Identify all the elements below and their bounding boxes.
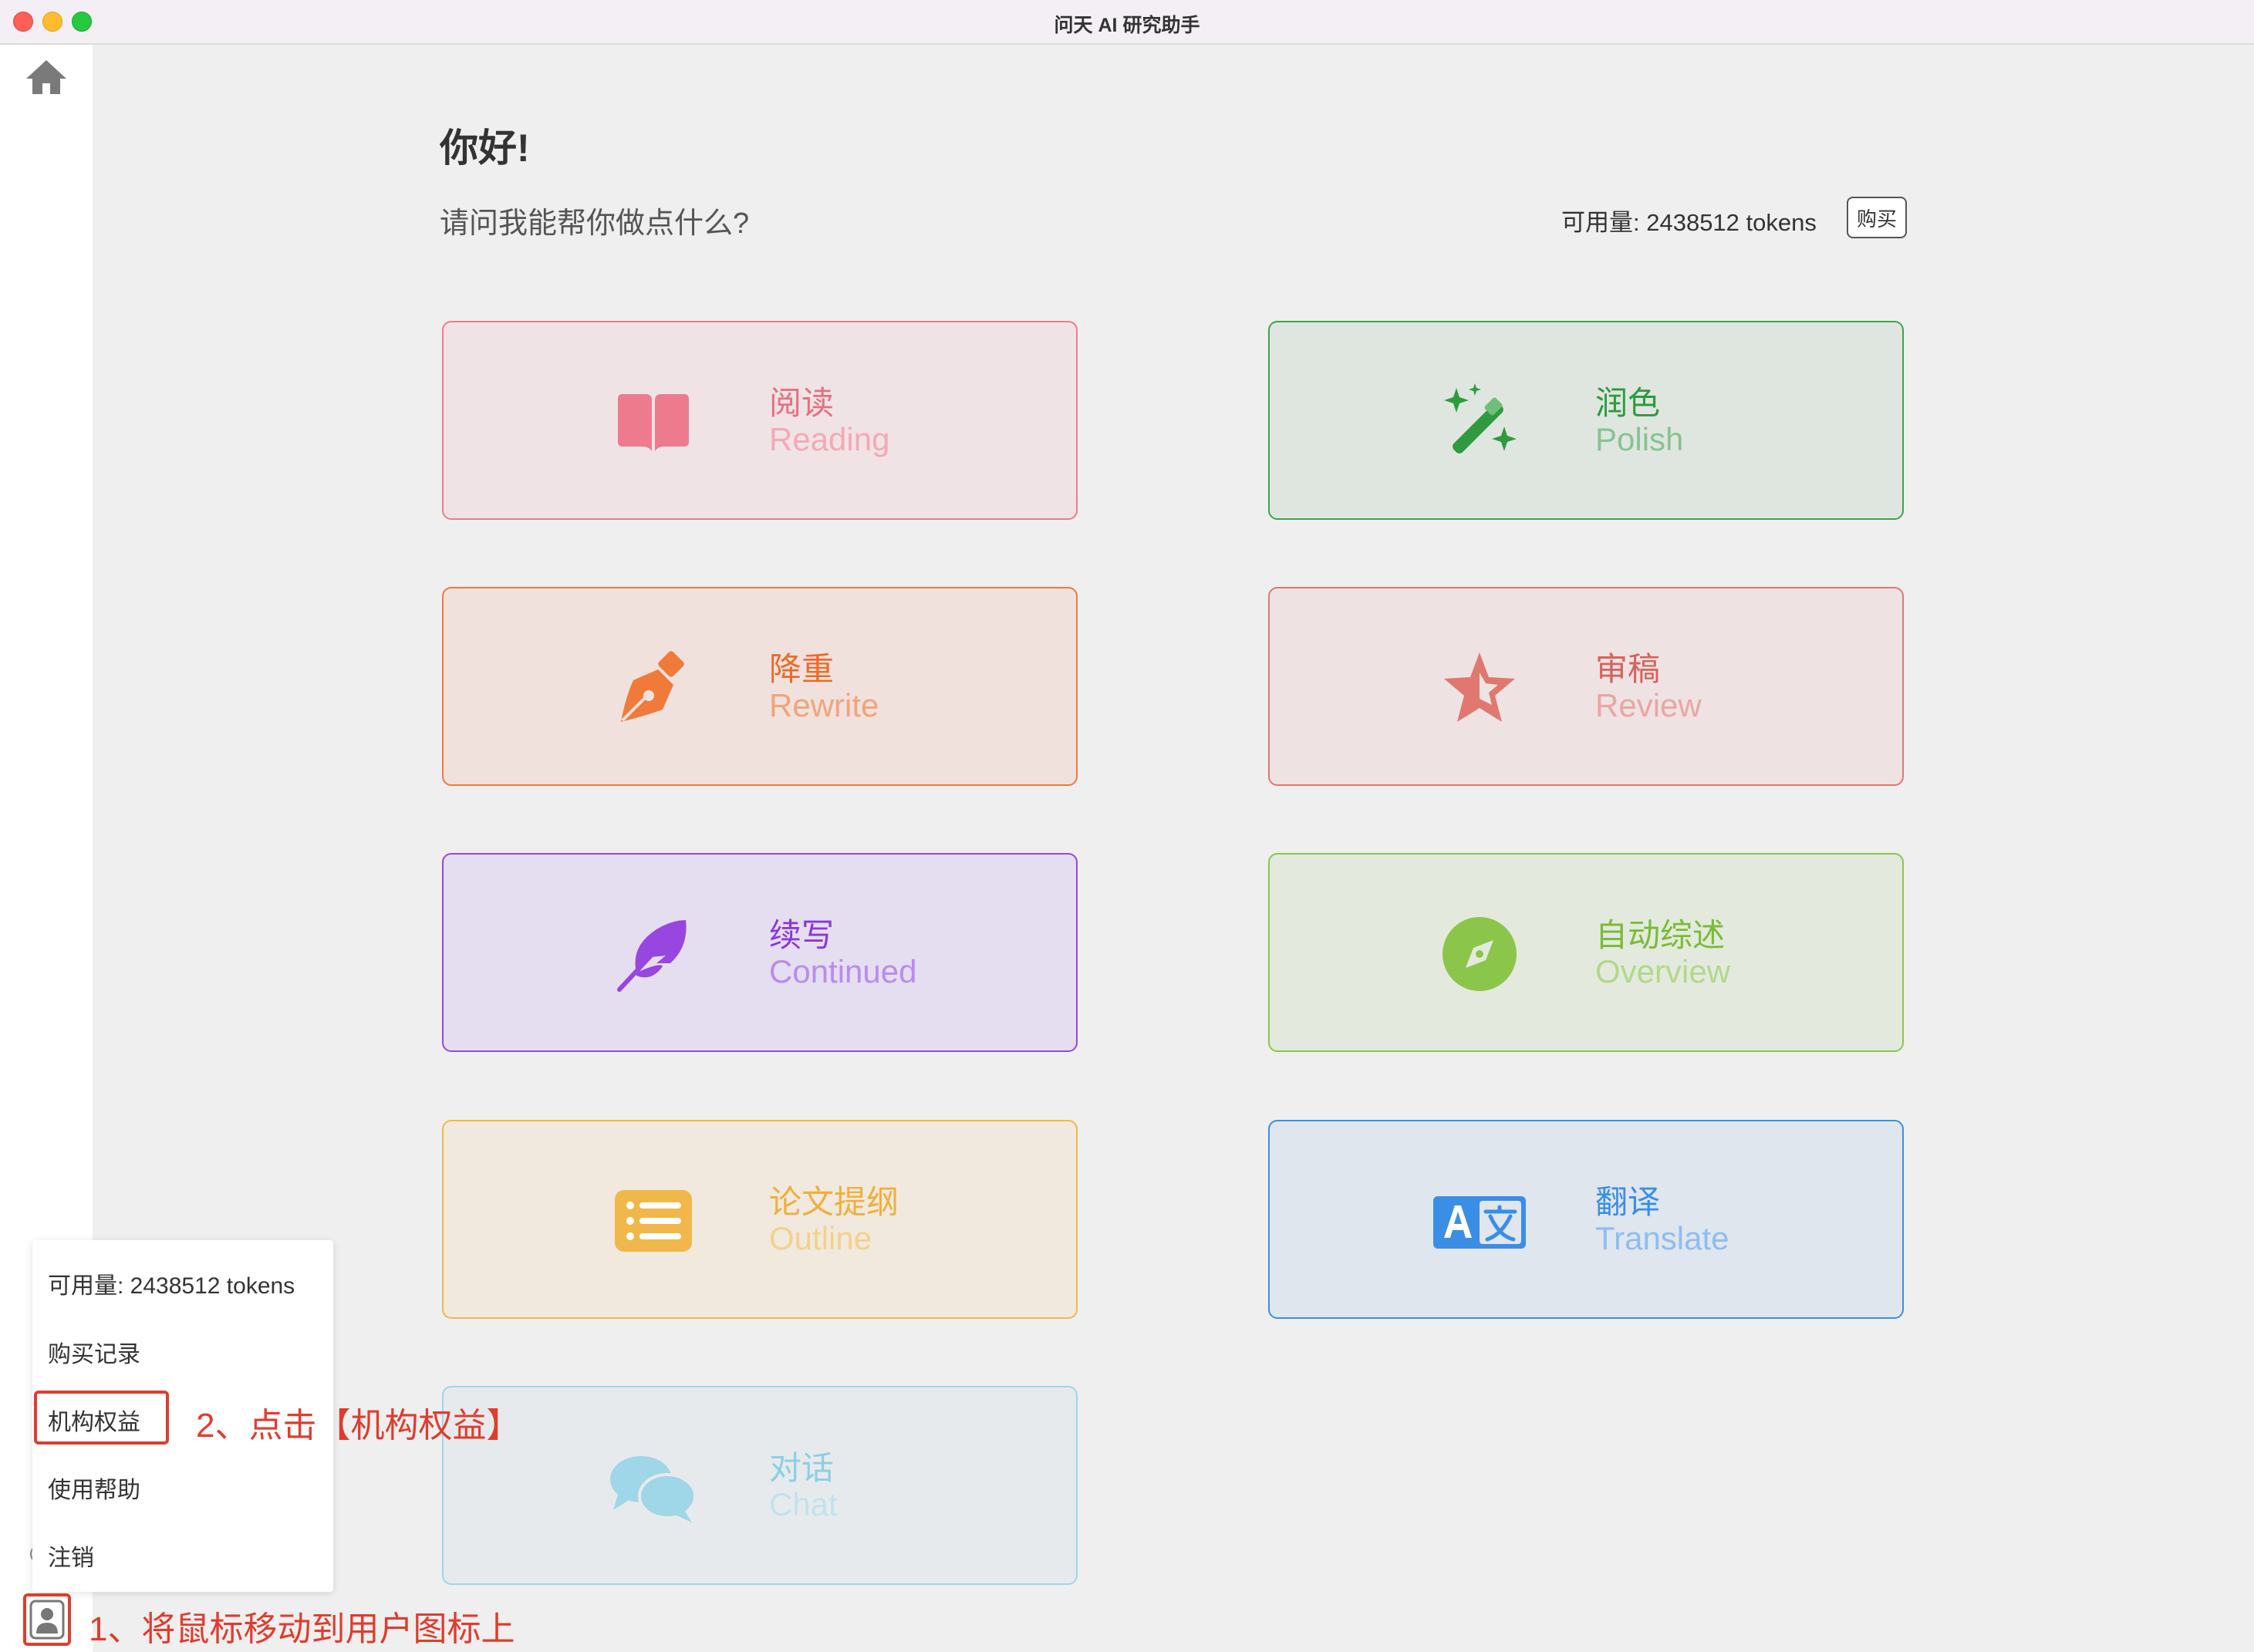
magic-wand-icon [1444,383,1517,453]
token-quota: 可用量: 2438512 tokens [1561,209,1817,236]
page-title: 你好! [440,126,530,170]
card-translate[interactable]: 翻译 Translate [1268,1120,1904,1319]
menu-item-purchase-history[interactable]: 购买记录 [48,1335,140,1369]
card-title: 降重 [769,651,835,687]
card-subtitle: Overview [1595,953,1731,990]
page-subtitle: 请问我能帮你做点什么? [440,207,750,240]
card-rewrite[interactable]: 降重 Rewrite [442,587,1078,786]
home-icon [26,60,66,94]
star-icon [1444,652,1515,722]
title-bar: 问天 AI 研究助手 [0,0,2254,45]
card-title: 翻译 [1595,1184,1661,1220]
card-title: 续写 [769,917,835,953]
list-icon [615,1190,692,1252]
pen-nib-icon [621,651,684,722]
card-chat[interactable]: 对话 Chat [442,1386,1078,1585]
card-review[interactable]: 审稿 Review [1268,587,1904,786]
card-title: 阅读 [769,385,835,421]
card-subtitle: Reading [769,421,890,457]
card-title: 润色 [1595,385,1661,421]
annotation-step-1: 1、将鼠标移动到用户图标上 [89,1610,515,1648]
card-continued[interactable]: 续写 Continued [442,853,1078,1052]
card-reading[interactable]: 阅读 Reading [442,321,1078,520]
feather-icon [617,920,687,992]
window-title: 问天 AI 研究助手 [1054,15,1200,36]
highlight-org-rights [34,1391,169,1445]
translate-icon [1433,1196,1526,1249]
menu-item-help[interactable]: 使用帮助 [48,1471,140,1505]
home-button[interactable] [23,56,69,99]
card-title: 论文提纲 [769,1184,899,1220]
book-icon [618,394,689,451]
card-subtitle: Rewrite [769,687,879,723]
card-title: 对话 [769,1450,835,1486]
menu-item-quota: 可用量: 2438512 tokens [48,1273,295,1299]
card-polish[interactable]: 润色 Polish [1268,321,1904,520]
card-subtitle: Chat [769,1486,838,1522]
highlight-user-icon [23,1593,71,1646]
card-title: 自动综述 [1595,917,1726,953]
card-subtitle: Translate [1595,1220,1729,1256]
card-subtitle: Polish [1595,421,1684,457]
menu-item-logout[interactable]: 注销 [48,1539,94,1573]
card-subtitle: Review [1595,687,1702,723]
compass-icon [1442,917,1517,991]
card-title: 审稿 [1595,651,1661,687]
card-subtitle: Continued [769,953,917,990]
buy-button[interactable]: 购买 [1847,197,1907,238]
card-subtitle: Outline [769,1220,872,1256]
chat-bubbles-icon [610,1456,697,1522]
card-overview[interactable]: 自动综述 Overview [1268,853,1904,1052]
annotation-step-2: 2、点击【机构权益】 [196,1407,521,1445]
card-outline[interactable]: 论文提纲 Outline [442,1120,1078,1319]
